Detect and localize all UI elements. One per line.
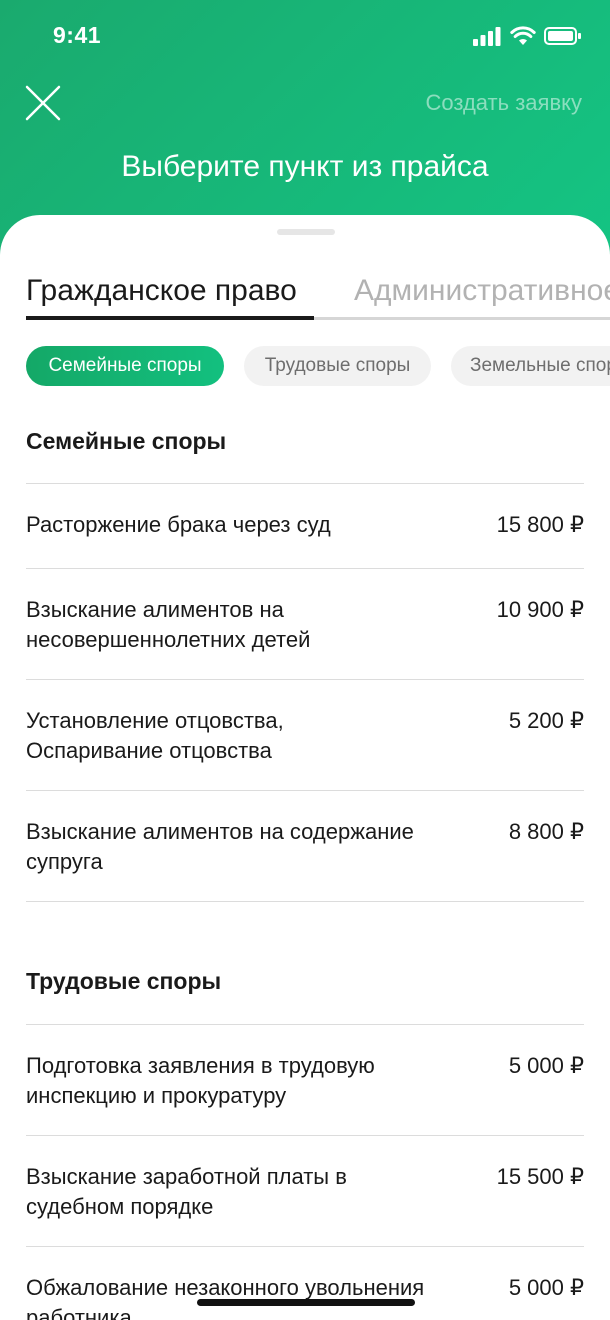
status-icons: [472, 26, 582, 46]
divider: [26, 1246, 584, 1247]
sheet-grabber[interactable]: [277, 229, 335, 235]
status-bar: 9:41: [0, 0, 610, 80]
price-row-name: Взыскание алиментов на содержание супруг…: [26, 819, 414, 874]
price-row-price: 5 200 ₽: [508, 708, 584, 733]
divider: [26, 483, 584, 484]
wifi-icon: [510, 26, 536, 45]
status-time: 9:41: [53, 22, 102, 48]
price-row-price: 5 000 ₽: [508, 1053, 584, 1078]
close-icon: [25, 85, 61, 121]
tab-administrative-law[interactable]: Административное право: [354, 271, 610, 321]
price-row-name: Подготовка заявления в трудовую инспекци…: [26, 1053, 375, 1108]
price-row-name: Расторжение брака через суд: [26, 512, 331, 537]
create-request-link[interactable]: Создать заявку: [425, 90, 582, 116]
tabs: Гражданское право Административное право: [26, 271, 610, 321]
price-row-name: Установление отцовства, Оспаривание отцо…: [26, 708, 284, 763]
price-row-price: 15 800 ₽: [496, 512, 584, 537]
signal-icon: [473, 27, 501, 46]
price-row-name: Взыскание заработной платы в судебном по…: [26, 1164, 347, 1219]
divider: [26, 790, 584, 791]
divider: [26, 1024, 584, 1025]
tab-active-indicator: [26, 316, 314, 320]
home-indicator: [197, 1299, 415, 1306]
price-row-name: Взыскание алиментов на несовершеннолетни…: [26, 597, 311, 652]
section-title-family: Семейные споры: [26, 428, 227, 454]
price-row-price: 10 900 ₽: [496, 597, 584, 622]
chip-labor-disputes[interactable]: Трудовые споры: [244, 346, 431, 386]
battery-icon: [544, 27, 581, 45]
bottom-sheet: Гражданское право Административное право…: [0, 215, 610, 1320]
tab-civil-law[interactable]: Гражданское право: [26, 271, 297, 321]
divider: [26, 1135, 584, 1136]
price-row-name: Обжалование незаконного увольнения работ…: [26, 1275, 425, 1320]
divider: [26, 568, 584, 569]
price-row-price: 8 800 ₽: [508, 819, 584, 844]
price-row-price: 5 000 ₽: [508, 1275, 584, 1300]
price-row-price: 15 500 ₽: [496, 1164, 584, 1189]
section-title-labor: Трудовые споры: [26, 968, 222, 994]
page-title: Выберите пункт из прайса: [121, 150, 489, 183]
divider: [26, 901, 584, 902]
chip-land-disputes[interactable]: Земельные споры: [451, 346, 610, 386]
chip-family-disputes[interactable]: Семейные споры: [26, 346, 224, 386]
close-button[interactable]: [24, 84, 62, 122]
divider: [26, 679, 584, 680]
